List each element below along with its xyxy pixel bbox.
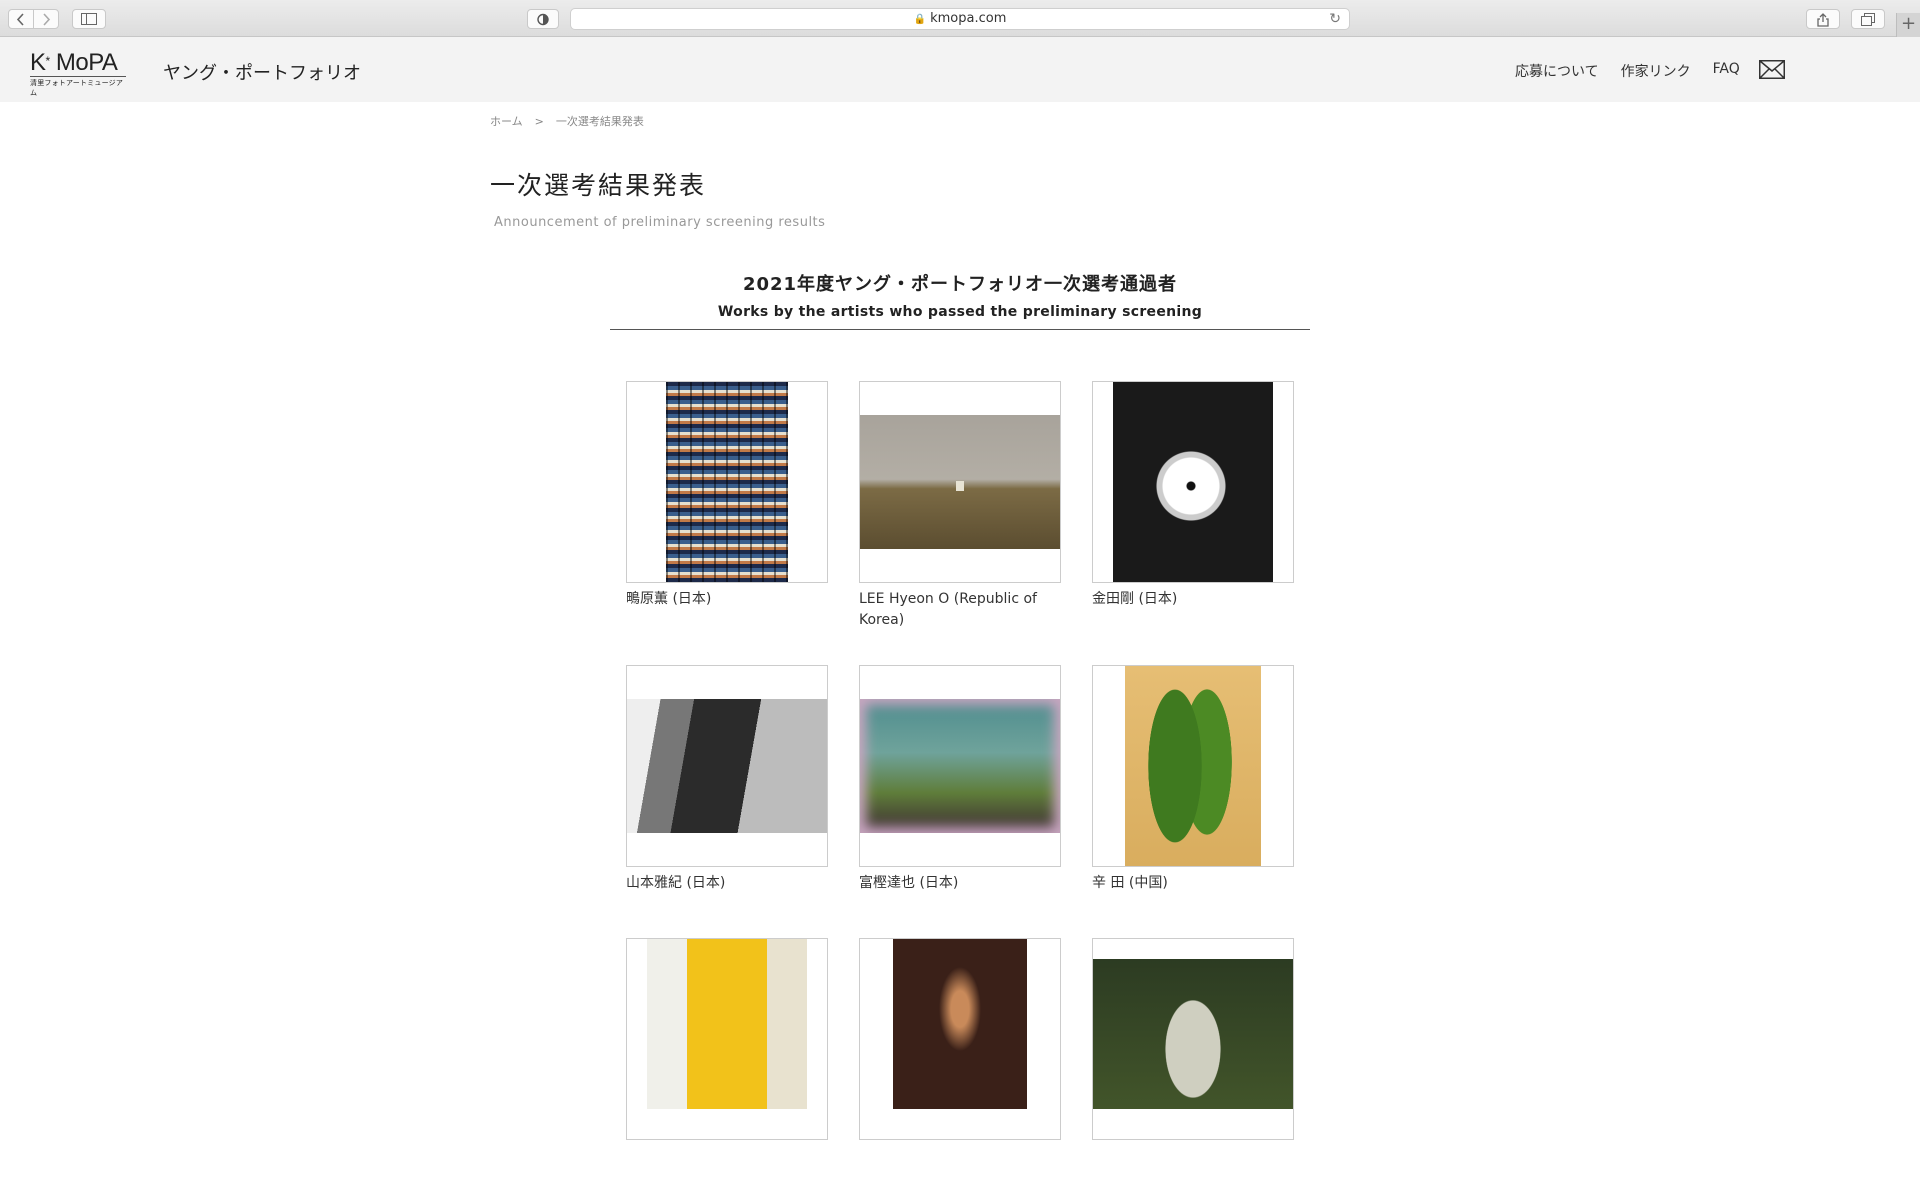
work-card[interactable]	[1092, 938, 1294, 1140]
privacy-report-button[interactable]	[527, 9, 559, 29]
page-title: 一次選考結果発表	[490, 171, 707, 200]
logo-star: *	[45, 54, 51, 68]
nav-link-artist-links[interactable]: 作家リンク	[1621, 61, 1691, 81]
work-card[interactable]: LEE Hyeon O (Republic of Korea)	[859, 381, 1061, 631]
work-artist[interactable]: LEE Hyeon O (Republic of Korea)	[859, 589, 1061, 631]
reload-icon[interactable]: ↻	[1329, 9, 1341, 29]
work-card[interactable]: 鴫原薫 (日本)	[626, 381, 828, 631]
work-photo	[860, 699, 1060, 833]
back-button[interactable]	[8, 9, 34, 29]
new-tab-button[interactable]: +	[1896, 13, 1920, 37]
browser-toolbar: 🔒 kmopa.com ↻ +	[0, 0, 1920, 37]
work-photo	[666, 382, 788, 582]
work-thumbnail[interactable]	[626, 665, 828, 867]
work-card[interactable]: 辛 田 (中国)	[1092, 665, 1294, 894]
section-subtitle: Works by the artists who passed the prel…	[717, 304, 1203, 320]
tabs-icon	[1861, 13, 1875, 26]
work-thumbnail[interactable]	[626, 938, 828, 1140]
work-card[interactable]	[859, 938, 1061, 1140]
logo-k: K	[30, 49, 46, 76]
work-photo	[647, 939, 807, 1109]
breadcrumb-current: 一次選考結果発表	[555, 115, 644, 128]
works-grid: 鴫原薫 (日本) LEE Hyeon O (Republic of Korea)…	[626, 381, 1296, 1184]
work-photo	[860, 415, 1060, 549]
lock-icon: 🔒	[913, 14, 927, 25]
section-title: 2021年度ヤング・ポートフォリオ一次選考通過者	[742, 274, 1178, 295]
breadcrumb-separator: >	[534, 115, 544, 128]
chevron-right-icon	[43, 13, 51, 26]
breadcrumb-home[interactable]: ホーム	[490, 115, 523, 128]
nav-link-faq[interactable]: FAQ	[1713, 61, 1740, 81]
mail-icon[interactable]	[1759, 60, 1785, 79]
tab-overview-button[interactable]	[1851, 9, 1885, 29]
work-thumbnail[interactable]	[859, 938, 1061, 1140]
work-card[interactable]: 金田剛 (日本)	[1092, 381, 1294, 631]
work-photo	[1125, 666, 1261, 866]
sidebar-toggle-button[interactable]	[72, 9, 106, 29]
work-thumbnail[interactable]	[859, 665, 1061, 867]
work-card[interactable]: 富樫達也 (日本)	[859, 665, 1061, 894]
shield-icon	[537, 13, 549, 26]
share-button[interactable]	[1806, 9, 1840, 29]
work-artist[interactable]: 富樫達也 (日本)	[859, 873, 1061, 894]
work-thumbnail[interactable]	[859, 381, 1061, 583]
logo-mopa: MoPA	[55, 49, 118, 76]
work-card[interactable]	[626, 938, 828, 1140]
nav-link-application[interactable]: 応募について	[1515, 61, 1599, 81]
work-artist[interactable]: 辛 田 (中国)	[1092, 873, 1294, 894]
logo-subtitle: 清里フォトアートミュージアム	[30, 76, 126, 98]
section-heading: 2021年度ヤング・ポートフォリオ一次選考通過者 Works by the ar…	[610, 270, 1310, 330]
site-header: K* MoPA 清里フォトアートミュージアム ヤング・ポートフォリオ 応募につい…	[0, 37, 1920, 102]
work-photo	[627, 699, 827, 833]
work-photo	[1113, 382, 1273, 582]
work-thumbnail[interactable]	[626, 381, 828, 583]
work-thumbnail[interactable]	[1092, 665, 1294, 867]
forward-button[interactable]	[33, 9, 59, 29]
work-artist[interactable]: 鴫原薫 (日本)	[626, 589, 828, 610]
breadcrumb: ホーム > 一次選考結果発表	[490, 113, 644, 129]
url-text: kmopa.com	[930, 11, 1007, 26]
site-title[interactable]: ヤング・ポートフォリオ	[163, 59, 361, 85]
work-thumbnail[interactable]	[1092, 938, 1294, 1140]
share-icon	[1817, 13, 1829, 27]
work-artist[interactable]: 山本雅紀 (日本)	[626, 873, 828, 894]
work-card[interactable]: 山本雅紀 (日本)	[626, 665, 828, 894]
site-logo[interactable]: K* MoPA 清里フォトアートミュージアム	[30, 51, 130, 98]
chevron-left-icon	[16, 13, 24, 26]
work-artist[interactable]: 金田剛 (日本)	[1092, 589, 1294, 610]
work-thumbnail[interactable]	[1092, 381, 1294, 583]
page-subtitle: Announcement of preliminary screening re…	[494, 215, 826, 230]
address-bar[interactable]: 🔒 kmopa.com ↻	[570, 8, 1350, 30]
sidebar-icon	[81, 13, 97, 25]
work-photo	[1093, 959, 1293, 1109]
work-photo	[893, 939, 1027, 1109]
main-nav: 応募について 作家リンク FAQ	[1515, 61, 1740, 81]
